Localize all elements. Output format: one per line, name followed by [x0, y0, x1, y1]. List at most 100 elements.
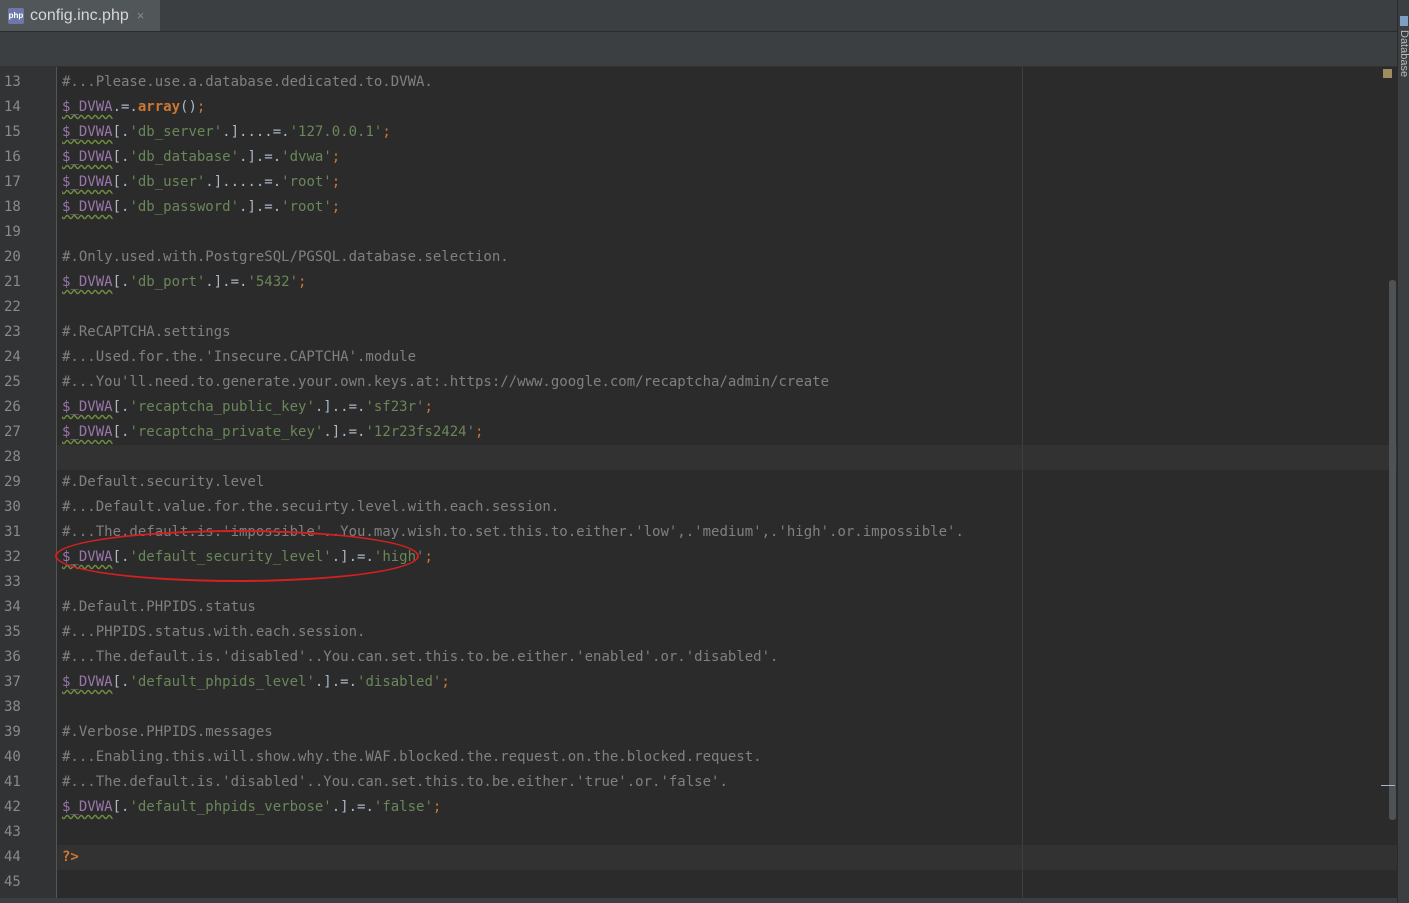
code-text: $_DVWA[.'db_user'.].....=.'root';	[62, 174, 340, 190]
code-token: 'sf23r'	[365, 399, 425, 415]
scrollbar-thumb[interactable]	[1389, 280, 1396, 820]
code-line[interactable]: $_DVWA[.'db_database'.].=.'dvwa';	[57, 145, 1397, 170]
code-token: [.	[112, 424, 130, 440]
code-line[interactable]: #.Verbose.PHPIDS.messages	[57, 720, 1397, 745]
code-line[interactable]: $_DVWA.=.array();	[57, 95, 1397, 120]
code-token: ?>	[62, 849, 79, 865]
code-line[interactable]: #.Default.PHPIDS.status	[57, 595, 1397, 620]
code-token: 'default_phpids_verbose'	[129, 799, 332, 815]
line-number: 17	[4, 174, 21, 190]
code-token: 'dvwa'	[281, 149, 332, 165]
code-line[interactable]: $_DVWA[.'db_user'.].....=.'root';	[57, 170, 1397, 195]
code-line[interactable]	[57, 820, 1397, 845]
code-line[interactable]: $_DVWA[.'default_security_level'.].=.'hi…	[57, 545, 1397, 570]
code-line[interactable]	[57, 870, 1397, 895]
line-number: 22	[4, 299, 21, 315]
code-line[interactable]: $_DVWA[.'default_phpids_level'.].=.'disa…	[57, 670, 1397, 695]
code-line[interactable]: #...PHPIDS.status.with.each.session.	[57, 620, 1397, 645]
code-line[interactable]: #...Please.use.a.database.dedicated.to.D…	[57, 70, 1397, 95]
code-line[interactable]: $_DVWA[.'db_password'.].=.'root';	[57, 195, 1397, 220]
code-token: #...PHPIDS.status.with.each.session.	[62, 624, 366, 640]
code-token: 'disabled'	[357, 674, 442, 690]
code-text: #...You'll.need.to.generate.your.own.key…	[62, 374, 829, 390]
code-token: 'high'	[373, 549, 425, 565]
code-token: [.	[112, 399, 130, 415]
line-number: 42	[4, 799, 21, 815]
code-line[interactable]: #...Used.for.the.'Insecure.CAPTCHA'.modu…	[57, 345, 1397, 370]
line-number: 41	[4, 774, 21, 790]
code-line[interactable]	[57, 220, 1397, 245]
line-number: 30	[4, 499, 21, 515]
line-number: 25	[4, 374, 21, 390]
code-text: ?>	[62, 849, 79, 865]
line-number: 16	[4, 149, 21, 165]
code-text: #...Please.use.a.database.dedicated.to.D…	[62, 74, 433, 90]
code-editor[interactable]: #...Please.use.a.database.dedicated.to.D…	[57, 67, 1397, 903]
code-line[interactable]: $_DVWA[.'recaptcha_public_key'.]..=.'sf2…	[57, 395, 1397, 420]
code-line[interactable]: #...The.default.is.'disabled'..You.can.s…	[57, 770, 1397, 795]
code-token: 'false'	[373, 799, 433, 815]
code-token: ;	[382, 124, 391, 140]
code-line[interactable]: $_DVWA[.'default_phpids_verbose'.].=.'fa…	[57, 795, 1397, 820]
code-line[interactable]: $_DVWA[.'db_server'.]....=.'127.0.0.1';	[57, 120, 1397, 145]
code-token: 'root'	[281, 199, 332, 215]
code-text: #...The.default.is.'disabled'..You.can.s…	[62, 774, 728, 790]
code-line[interactable]: ?>	[57, 845, 1397, 870]
code-text: $_DVWA[.'default_phpids_level'.].=.'disa…	[62, 674, 450, 690]
code-token: .].=.	[331, 799, 374, 815]
code-line[interactable]	[57, 570, 1397, 595]
code-token: $_DVWA	[62, 174, 113, 190]
code-line[interactable]: #.Only.used.with.PostgreSQL/PGSQL.databa…	[57, 245, 1397, 270]
right-tool-strip	[1397, 0, 1409, 903]
code-line[interactable]: #...Default.value.for.the.secuirty.level…	[57, 495, 1397, 520]
code-token: [.	[112, 274, 130, 290]
code-token: 'recaptcha_private_key'	[129, 424, 324, 440]
code-text: #.Default.PHPIDS.status	[62, 599, 256, 615]
line-number: 39	[4, 724, 21, 740]
code-token: '12r23fs2424'	[365, 424, 476, 440]
line-number: 13	[4, 74, 21, 90]
inspection-status-icon[interactable]	[1383, 69, 1392, 78]
code-text: $_DVWA[.'recaptcha_private_key'.].=.'12r…	[62, 424, 483, 440]
code-token: #...The.default.is.'impossible'..You.may…	[62, 524, 964, 540]
code-line[interactable]	[57, 295, 1397, 320]
code-token: ;	[424, 399, 433, 415]
code-token: #...The.default.is.'disabled'..You.can.s…	[62, 774, 728, 790]
code-line[interactable]: #...The.default.is.'disabled'..You.can.s…	[57, 645, 1397, 670]
code-line[interactable]: #.Default.security.level	[57, 470, 1397, 495]
code-line[interactable]: #...You'll.need.to.generate.your.own.key…	[57, 370, 1397, 395]
code-line[interactable]: #...The.default.is.'impossible'..You.may…	[57, 520, 1397, 545]
database-icon[interactable]	[1400, 16, 1408, 26]
code-text: #...The.default.is.'disabled'..You.can.s…	[62, 649, 778, 665]
code-text: #...PHPIDS.status.with.each.session.	[62, 624, 365, 640]
code-line[interactable]	[57, 445, 1397, 470]
code-text: #...Used.for.the.'Insecure.CAPTCHA'.modu…	[62, 349, 416, 365]
code-line[interactable]: $_DVWA[.'db_port'.].=.'5432';	[57, 270, 1397, 295]
line-number: 29	[4, 474, 21, 490]
tab-config-inc-php[interactable]: php config.inc.php ×	[0, 0, 160, 31]
code-text: #...The.default.is.'impossible'..You.may…	[62, 524, 964, 540]
code-token: ;	[475, 424, 484, 440]
line-number: 20	[4, 249, 21, 265]
scrollbar-marker	[1381, 785, 1395, 786]
code-token: #.Only.used.with.PostgreSQL/PGSQL.databa…	[62, 249, 509, 265]
code-token: ;	[298, 274, 307, 290]
close-icon[interactable]: ×	[137, 8, 145, 23]
line-number: 26	[4, 399, 21, 415]
code-token: 'default_phpids_level'	[129, 674, 315, 690]
code-line[interactable]	[57, 695, 1397, 720]
code-token: ;	[331, 199, 341, 215]
database-tool-button[interactable]: Database	[1400, 30, 1409, 100]
code-line[interactable]: $_DVWA[.'recaptcha_private_key'.].=.'12r…	[57, 420, 1397, 445]
line-number: 33	[4, 574, 21, 590]
code-line[interactable]: #...Enabling.this.will.show.why.the.WAF.…	[57, 745, 1397, 770]
code-token: #...The.default.is.'disabled'..You.can.s…	[62, 649, 779, 665]
code-line[interactable]: #.ReCAPTCHA.settings	[57, 320, 1397, 345]
line-number: 32	[4, 549, 21, 565]
code-token: '5432'	[247, 274, 299, 290]
code-text: $_DVWA.=.array();	[62, 99, 205, 115]
code-token: #...You'll.need.to.generate.your.own.key…	[62, 374, 830, 390]
code-token: $_DVWA	[62, 199, 113, 215]
code-token: ;	[441, 674, 450, 690]
code-token: .].=.	[331, 549, 374, 565]
